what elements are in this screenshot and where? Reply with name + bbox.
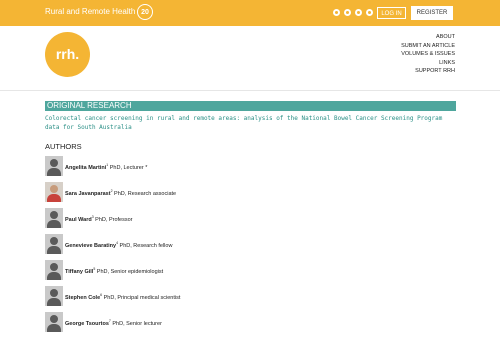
author-info: Tiffany Gill5 PhD, Senior epidemiologist [65, 267, 163, 275]
authors-heading: AUTHORS [45, 142, 82, 151]
author-info: Paul Ward3 PhD, Professor [65, 215, 132, 223]
register-button[interactable]: REGISTER [411, 6, 453, 20]
site-name[interactable]: Rural and Remote Health [45, 7, 135, 16]
author-name[interactable]: George Tsourtos [65, 321, 109, 327]
author-role: PhD, Research fellow [118, 242, 173, 249]
author-name[interactable]: Angelita Martini [65, 165, 106, 171]
author-role: PhD, Lecturer * [108, 164, 148, 171]
avatar-placeholder-icon [45, 286, 63, 306]
author-role: PhD, Professor [93, 216, 133, 223]
rrh-logo[interactable]: rrh. [45, 32, 90, 77]
author-name[interactable]: Tiffany Gill [65, 269, 93, 275]
facebook-icon[interactable] [333, 9, 340, 16]
author-role: PhD, Senior lecturer [110, 320, 162, 327]
top-bar: Rural and Remote Health 20 LOG IN REGIST… [0, 0, 500, 26]
nav-about[interactable]: ABOUT [401, 33, 455, 42]
author-info: Stephen Cole6 PhD, Principal medical sci… [65, 293, 180, 301]
avatar-placeholder-icon [45, 260, 63, 280]
avatar-placeholder-icon [45, 312, 63, 332]
author-photo [45, 182, 63, 202]
article-type-banner: ORIGINAL RESEARCH [45, 101, 456, 111]
anniversary-badge: 20 [137, 4, 153, 20]
avatar-placeholder-icon [45, 156, 63, 176]
article-title: Colorectal cancer screening in rural and… [45, 115, 443, 131]
avatar-placeholder-icon [45, 234, 63, 254]
author-info: Sara Javanparast2 PhD, Research associat… [65, 189, 176, 197]
main-nav: ABOUT SUBMIT AN ARTICLE VOLUMES & ISSUES… [401, 33, 455, 76]
login-button[interactable]: LOG IN [377, 7, 406, 19]
author-role: PhD, Principal medical scientist [102, 294, 181, 301]
author-info: Genevieve Baratiny4 PhD, Research fellow [65, 241, 172, 249]
author-name[interactable]: Sara Javanparast [65, 191, 111, 197]
author-name[interactable]: Stephen Cole [65, 295, 100, 301]
author-name[interactable]: Paul Ward [65, 217, 92, 223]
nav-volumes-issues[interactable]: VOLUMES & ISSUES [401, 50, 455, 59]
author-info: Angelita Martini1 PhD, Lecturer * [65, 163, 147, 171]
avatar-placeholder-icon [45, 208, 63, 228]
author-info: George Tsourtos7 PhD, Senior lecturer [65, 319, 162, 327]
author-role: PhD, Senior epidemiologist [95, 268, 164, 275]
nav-submit-article[interactable]: SUBMIT AN ARTICLE [401, 42, 455, 51]
twitter-icon[interactable] [344, 9, 351, 16]
rss-icon[interactable] [366, 9, 373, 16]
author-name[interactable]: Genevieve Baratiny [65, 243, 116, 249]
nav-links[interactable]: LINKS [401, 59, 455, 68]
nav-support-rrh[interactable]: SUPPORT RRH [401, 67, 455, 76]
author-role: PhD, Research associate [112, 190, 177, 197]
linkedin-icon[interactable] [355, 9, 362, 16]
site-header: rrh. ABOUT SUBMIT AN ARTICLE VOLUMES & I… [0, 26, 500, 91]
